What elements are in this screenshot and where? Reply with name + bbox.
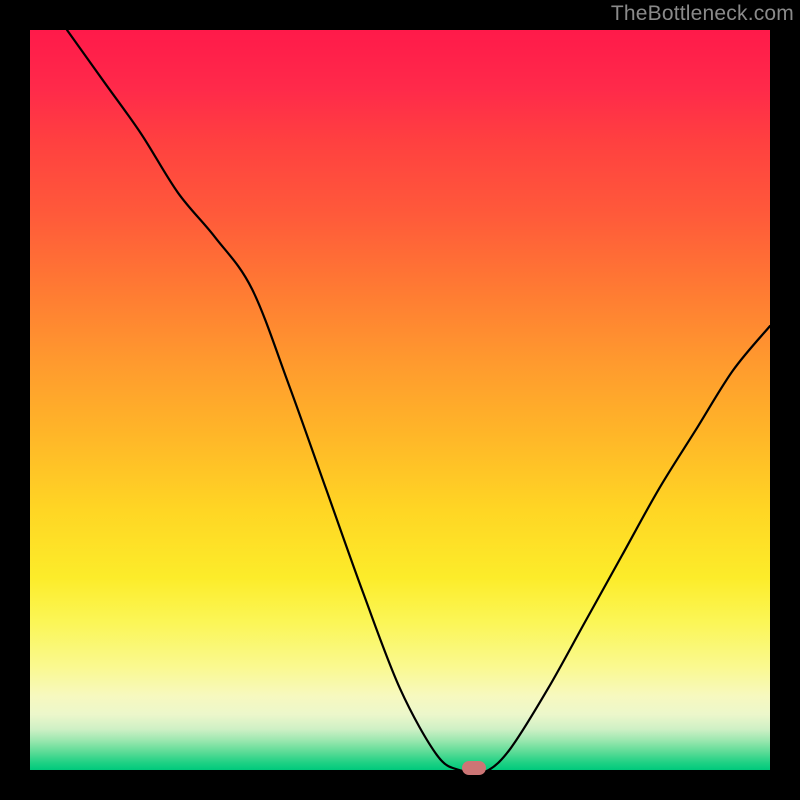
plot-area [30,30,770,770]
chart-container: TheBottleneck.com [0,0,800,800]
optimal-marker [462,761,486,775]
watermark-label: TheBottleneck.com [611,2,794,26]
